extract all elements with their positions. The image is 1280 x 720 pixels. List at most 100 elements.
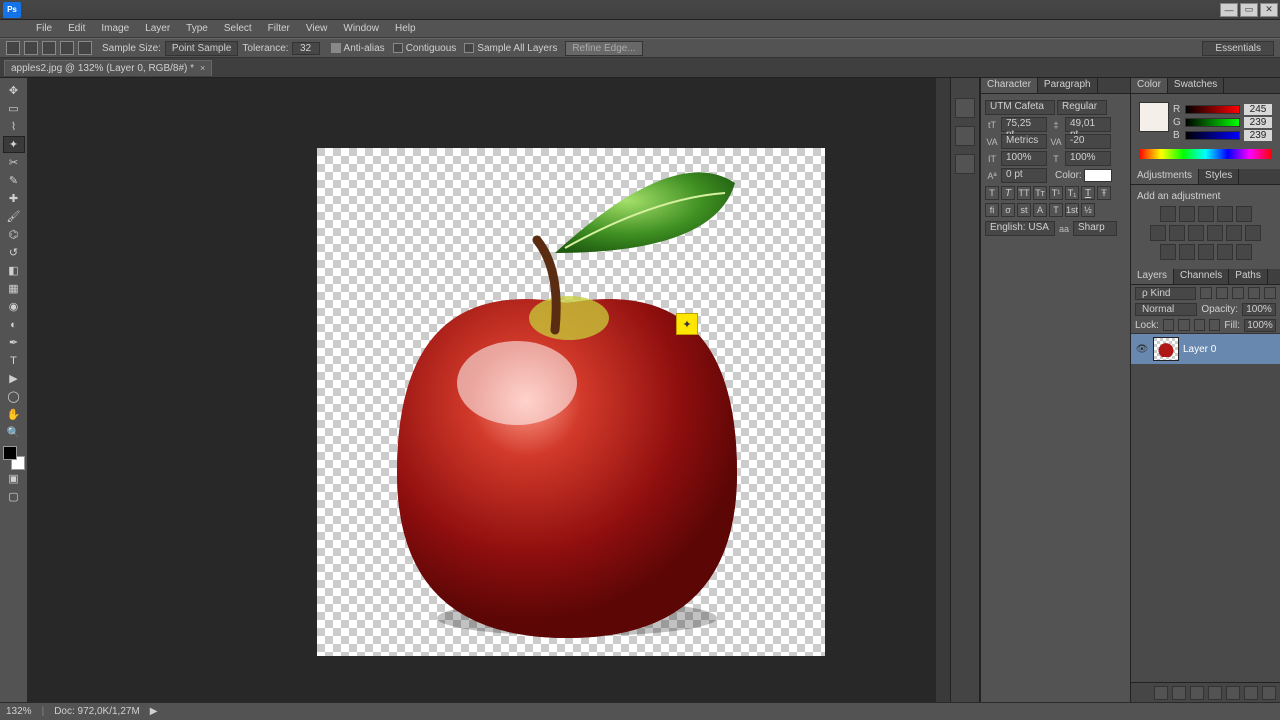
new-group-icon[interactable] bbox=[1226, 686, 1240, 700]
tracking-input[interactable]: -20 bbox=[1065, 134, 1111, 149]
eyedropper-tool-icon[interactable]: ✎ bbox=[3, 172, 25, 189]
menu-select[interactable]: Select bbox=[216, 21, 260, 36]
styles-tab[interactable]: Styles bbox=[1199, 169, 1239, 184]
opacity-input[interactable]: 100% bbox=[1242, 303, 1276, 316]
selection-add-icon[interactable] bbox=[42, 41, 56, 55]
superscript-icon[interactable]: T¹ bbox=[1049, 186, 1063, 200]
adj-vibrance-icon[interactable] bbox=[1236, 206, 1252, 222]
link-layers-icon[interactable] bbox=[1154, 686, 1168, 700]
layers-tab[interactable]: Layers bbox=[1131, 269, 1174, 284]
ot-1-icon[interactable]: fi bbox=[985, 203, 999, 217]
color-preview-swatch[interactable] bbox=[1139, 102, 1169, 132]
history-brush-tool-icon[interactable]: ↺ bbox=[3, 244, 25, 261]
vertical-scrollbar[interactable] bbox=[936, 78, 950, 702]
actions-panel-icon[interactable] bbox=[955, 126, 975, 146]
ot-4-icon[interactable]: A bbox=[1033, 203, 1047, 217]
menu-file[interactable]: File bbox=[28, 21, 60, 36]
gradient-tool-icon[interactable]: ▦ bbox=[3, 280, 25, 297]
layer-name-label[interactable]: Layer 0 bbox=[1183, 344, 1216, 355]
lock-position-icon[interactable] bbox=[1194, 319, 1205, 331]
history-panel-icon[interactable] bbox=[955, 98, 975, 118]
selection-subtract-icon[interactable] bbox=[60, 41, 74, 55]
fill-input[interactable]: 100% bbox=[1244, 319, 1276, 332]
delete-layer-icon[interactable] bbox=[1262, 686, 1276, 700]
new-fill-adj-icon[interactable] bbox=[1208, 686, 1222, 700]
filter-pixel-icon[interactable] bbox=[1200, 287, 1212, 299]
color-swatches-tool[interactable] bbox=[3, 446, 25, 470]
contiguous-checkbox[interactable] bbox=[393, 43, 403, 53]
menu-help[interactable]: Help bbox=[387, 21, 424, 36]
adj-colorlookup-icon[interactable] bbox=[1245, 225, 1261, 241]
filter-shape-icon[interactable] bbox=[1248, 287, 1260, 299]
r-slider[interactable] bbox=[1185, 105, 1240, 114]
move-tool-icon[interactable]: ✥ bbox=[3, 82, 25, 99]
font-style-select[interactable]: Regular bbox=[1057, 100, 1107, 115]
subscript-icon[interactable]: T₁ bbox=[1065, 186, 1079, 200]
smallcaps-icon[interactable]: Tᴛ bbox=[1033, 186, 1047, 200]
layer-filter-select[interactable]: ρ Kind bbox=[1135, 287, 1196, 300]
ot-6-icon[interactable]: 1st bbox=[1065, 203, 1079, 217]
doc-info[interactable]: Doc: 972,0K/1,27M bbox=[54, 706, 140, 717]
magic-wand-tool-icon[interactable]: ✦ bbox=[3, 136, 25, 153]
blend-mode-select[interactable]: Normal bbox=[1135, 303, 1197, 316]
filter-smart-icon[interactable] bbox=[1264, 287, 1276, 299]
leading-input[interactable]: 49,01 pt bbox=[1065, 117, 1111, 132]
adj-posterize-icon[interactable] bbox=[1179, 244, 1195, 260]
ot-2-icon[interactable]: σ bbox=[1001, 203, 1015, 217]
healing-brush-tool-icon[interactable]: ✚ bbox=[3, 190, 25, 207]
workspace-switcher[interactable]: Essentials bbox=[1202, 41, 1274, 56]
adj-channelmixer-icon[interactable] bbox=[1226, 225, 1242, 241]
language-select[interactable]: English: USA bbox=[985, 221, 1055, 236]
menu-layer[interactable]: Layer bbox=[137, 21, 178, 36]
channels-tab[interactable]: Channels bbox=[1174, 269, 1229, 284]
faux-bold-icon[interactable]: T bbox=[985, 186, 999, 200]
font-family-select[interactable]: UTM Cafeta bbox=[985, 100, 1055, 115]
swatches-tab[interactable]: Swatches bbox=[1168, 78, 1224, 93]
maximize-button[interactable]: ▭ bbox=[1240, 3, 1258, 17]
menu-view[interactable]: View bbox=[298, 21, 336, 36]
layer-mask-icon[interactable] bbox=[1190, 686, 1204, 700]
type-panel-icon[interactable] bbox=[955, 154, 975, 174]
adj-photofilter-icon[interactable] bbox=[1207, 225, 1223, 241]
g-slider[interactable] bbox=[1185, 118, 1240, 127]
minimize-button[interactable]: — bbox=[1220, 3, 1238, 17]
adj-hue-icon[interactable] bbox=[1150, 225, 1166, 241]
adj-colorbalance-icon[interactable] bbox=[1169, 225, 1185, 241]
adj-bw-icon[interactable] bbox=[1188, 225, 1204, 241]
blur-tool-icon[interactable]: ◉ bbox=[3, 298, 25, 315]
text-color-swatch[interactable] bbox=[1084, 169, 1112, 182]
document-canvas[interactable] bbox=[317, 148, 825, 656]
status-expand-icon[interactable]: ▶ bbox=[150, 706, 158, 717]
brush-tool-icon[interactable]: 🖌 bbox=[3, 208, 25, 225]
paths-tab[interactable]: Paths bbox=[1229, 269, 1268, 284]
anti-alias-checkbox[interactable] bbox=[331, 43, 341, 53]
new-layer-icon[interactable] bbox=[1244, 686, 1258, 700]
ot-7-icon[interactable]: ½ bbox=[1081, 203, 1095, 217]
layer-fx-icon[interactable] bbox=[1172, 686, 1186, 700]
zoom-level[interactable]: 132% bbox=[6, 706, 32, 717]
r-value[interactable]: 245 bbox=[1244, 104, 1272, 115]
sample-all-checkbox[interactable] bbox=[464, 43, 474, 53]
layer-row[interactable]: 👁 Layer 0 bbox=[1131, 334, 1280, 364]
quick-mask-icon[interactable]: ▣ bbox=[3, 470, 25, 487]
selection-intersect-icon[interactable] bbox=[78, 41, 92, 55]
antialias-select[interactable]: Sharp bbox=[1073, 221, 1117, 236]
menu-type[interactable]: Type bbox=[178, 21, 216, 36]
lasso-tool-icon[interactable]: ⌇ bbox=[3, 118, 25, 135]
hscale-input[interactable]: 100% bbox=[1065, 151, 1111, 166]
vscale-input[interactable]: 100% bbox=[1001, 151, 1047, 166]
refine-edge-button[interactable]: Refine Edge... bbox=[565, 41, 642, 56]
hue-ramp[interactable] bbox=[1139, 149, 1272, 159]
baseline-input[interactable]: 0 pt bbox=[1001, 168, 1047, 183]
font-size-input[interactable]: 75,25 pt bbox=[1001, 117, 1047, 132]
document-tab[interactable]: apples2.jpg @ 132% (Layer 0, RGB/8#) * × bbox=[4, 60, 212, 76]
pen-tool-icon[interactable]: ✒ bbox=[3, 334, 25, 351]
lock-transparent-icon[interactable] bbox=[1163, 319, 1174, 331]
underline-icon[interactable]: T bbox=[1081, 186, 1095, 200]
allcaps-icon[interactable]: TT bbox=[1017, 186, 1031, 200]
path-select-tool-icon[interactable]: ▶ bbox=[3, 370, 25, 387]
adj-invert-icon[interactable] bbox=[1160, 244, 1176, 260]
g-value[interactable]: 239 bbox=[1244, 117, 1272, 128]
adj-gradientmap-icon[interactable] bbox=[1217, 244, 1233, 260]
foreground-color-swatch[interactable] bbox=[3, 446, 17, 460]
